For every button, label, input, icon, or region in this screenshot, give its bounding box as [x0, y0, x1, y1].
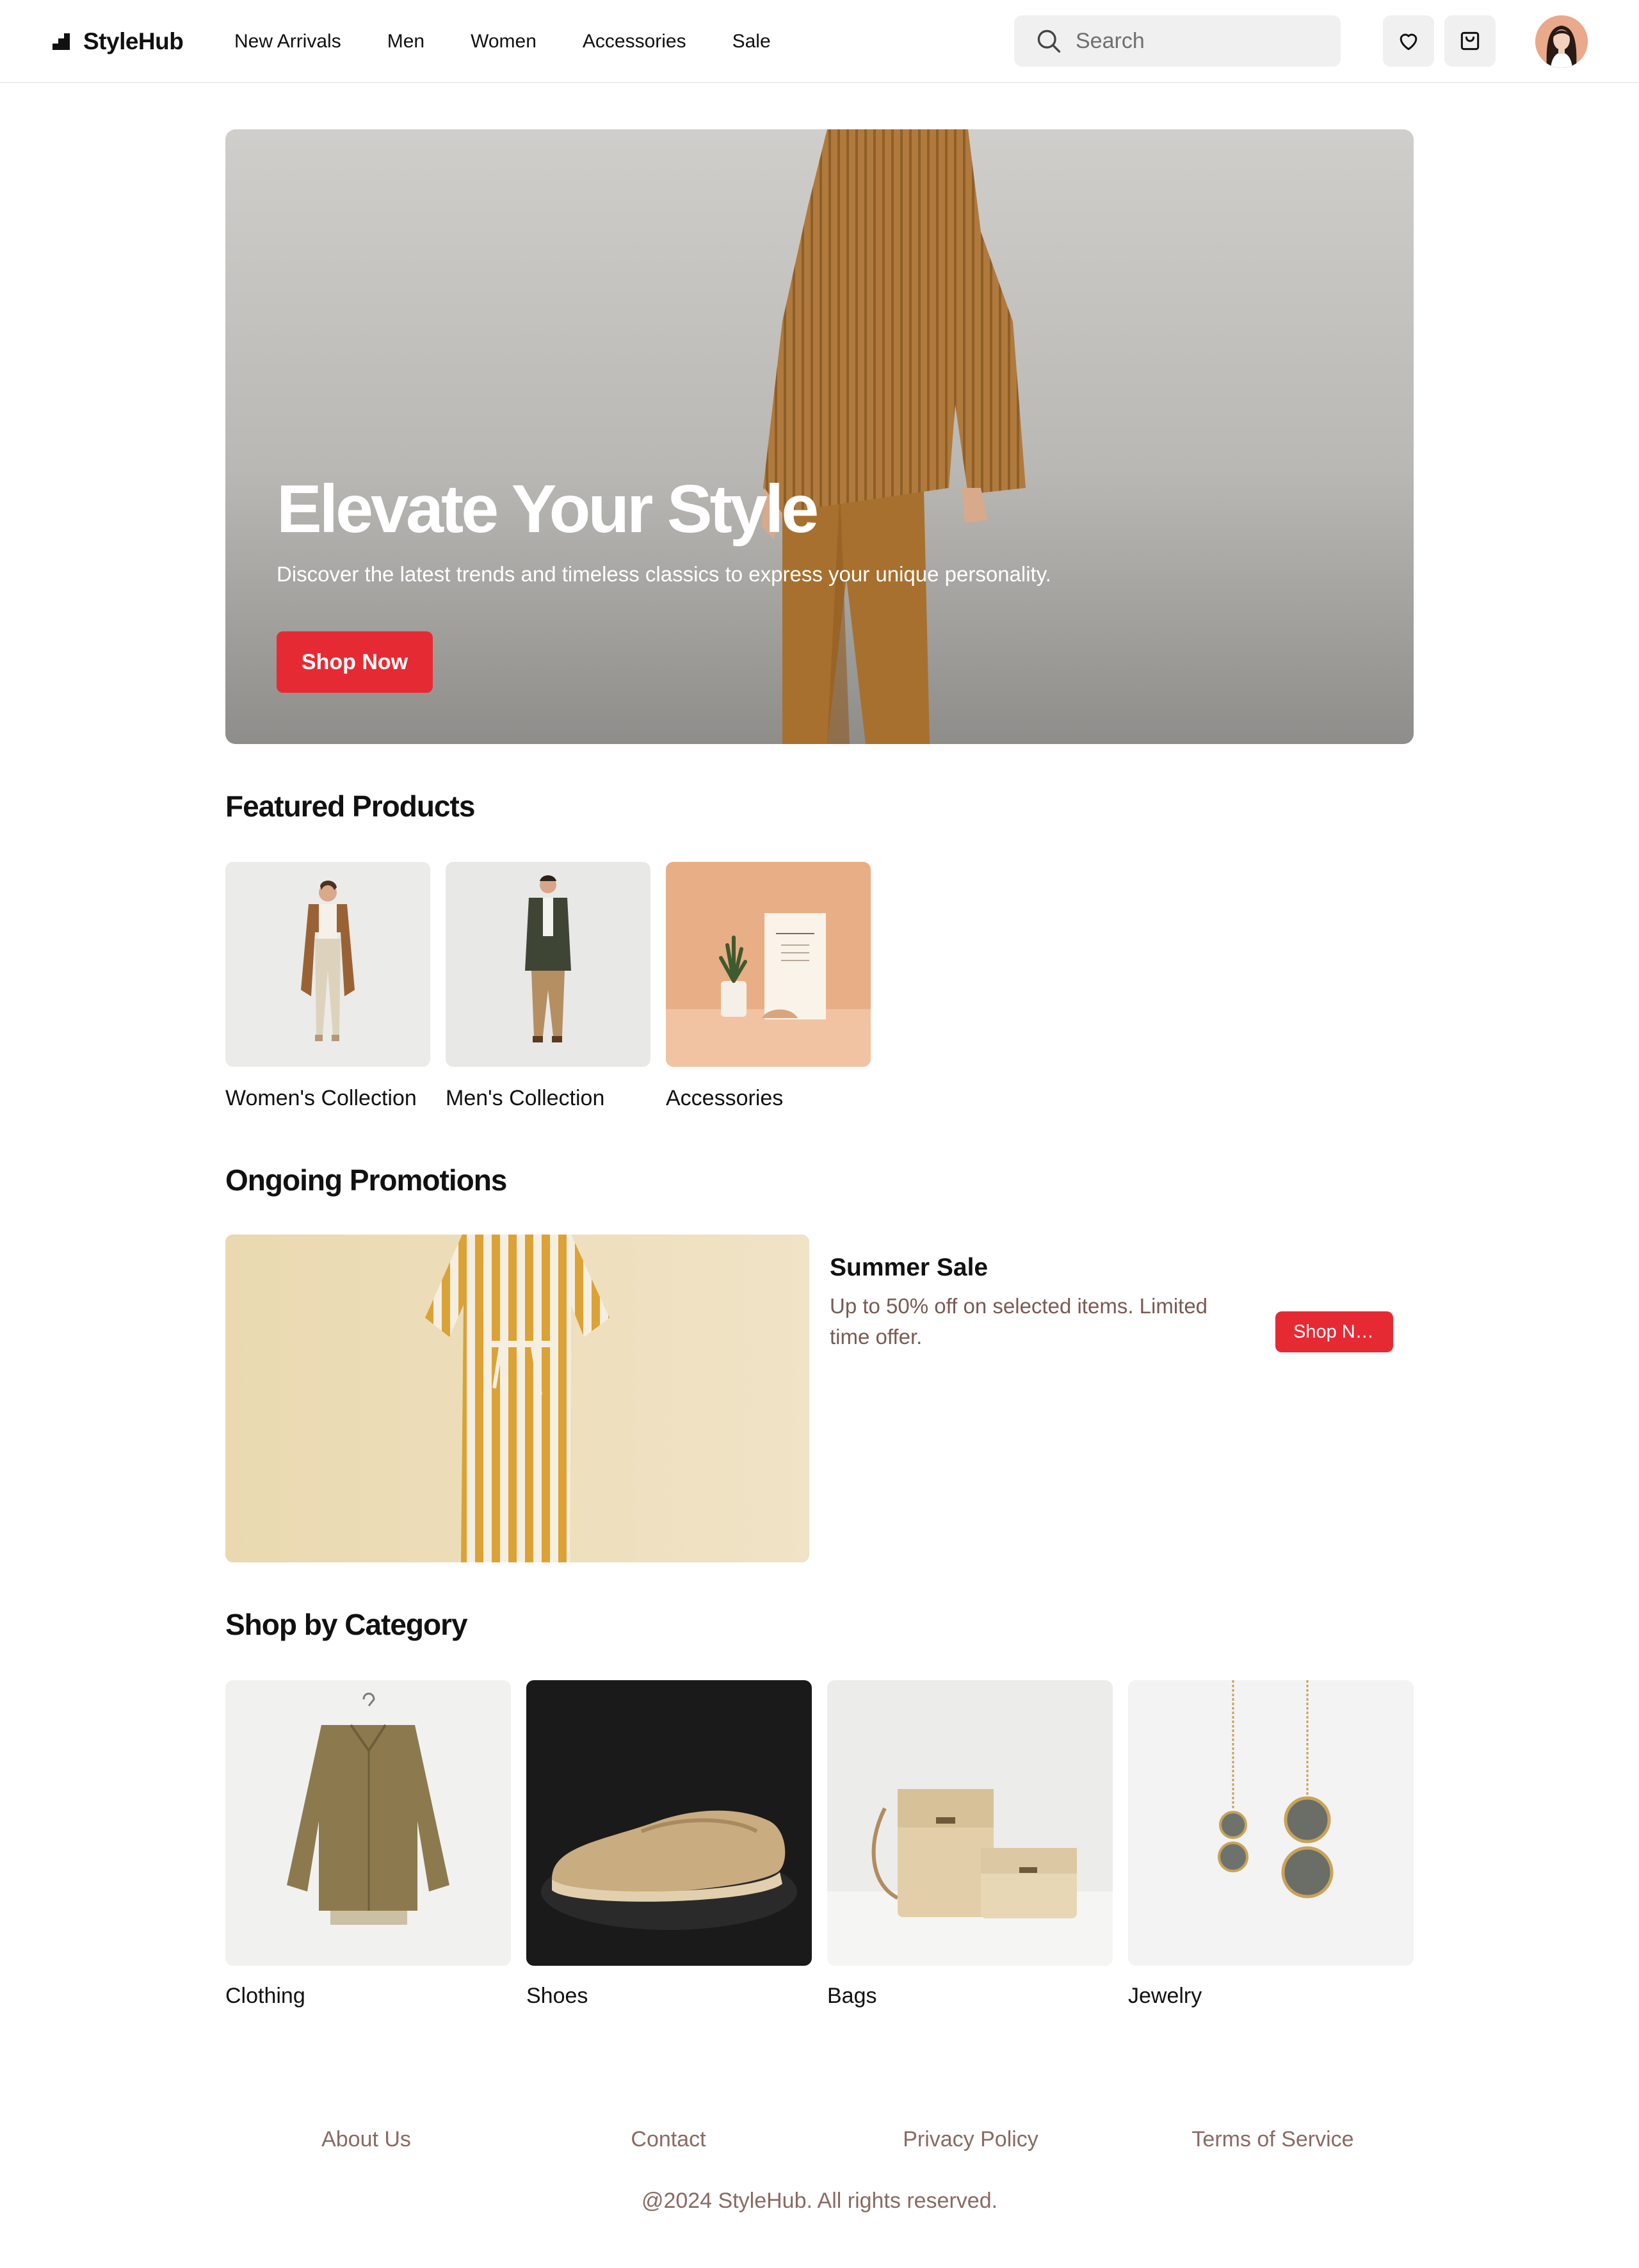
featured-card-women[interactable]: Women's Collection	[225, 862, 430, 1110]
nav-link-women[interactable]: Women	[471, 31, 537, 53]
brand-name: StyleHub	[83, 28, 184, 54]
men-collection-image	[446, 862, 650, 1067]
nav-link-men[interactable]: Men	[387, 31, 424, 53]
brand-logo[interactable]: StyleHub	[52, 26, 184, 58]
shoes-image	[526, 1680, 812, 1966]
hero-title: Elevate Your Style	[277, 471, 819, 547]
featured-card-men[interactable]: Men's Collection	[446, 862, 650, 1110]
hero-banner: Elevate Your Style Discover the latest t…	[225, 129, 1414, 744]
featured-label: Men's Collection	[446, 1086, 605, 1110]
category-card-clothing[interactable]: Clothing	[225, 1680, 511, 2008]
promotions-heading: Ongoing Promotions	[225, 1163, 507, 1197]
footer-link-contact[interactable]: Contact	[631, 2127, 706, 2152]
nav-link-accessories[interactable]: Accessories	[583, 31, 686, 53]
search-bar[interactable]	[1014, 15, 1341, 67]
main-nav: New Arrivals Men Women Accessories Sale	[234, 26, 817, 58]
category-card-shoes[interactable]: Shoes	[526, 1680, 812, 2008]
hero-image	[762, 129, 1026, 744]
search-icon	[1037, 29, 1061, 53]
cart-button[interactable]	[1444, 15, 1496, 67]
summer-sale-image	[225, 1235, 809, 1562]
category-card-jewelry[interactable]: Jewelry	[1128, 1680, 1414, 2008]
footer-link-about[interactable]: About Us	[321, 2127, 411, 2152]
nav-link-sale[interactable]: Sale	[732, 31, 771, 53]
featured-card-accessories[interactable]: Accessories	[666, 862, 871, 1110]
nav-link-new-arrivals[interactable]: New Arrivals	[234, 31, 341, 53]
category-label: Jewelry	[1128, 1984, 1202, 2008]
category-label: Bags	[827, 1984, 877, 2008]
women-collection-image	[225, 862, 430, 1067]
footer-link-privacy[interactable]: Privacy Policy	[903, 2127, 1038, 2152]
category-card-bags[interactable]: Bags	[827, 1680, 1113, 2008]
hero-subtitle: Discover the latest trends and timeless …	[277, 562, 1051, 586]
promo-shop-now-button[interactable]: Shop Now	[1275, 1311, 1393, 1352]
jewelry-image	[1128, 1680, 1414, 1966]
cart-icon	[1460, 31, 1480, 51]
top-navbar: StyleHub New Arrivals Men Women Accessor…	[0, 0, 1639, 83]
category-label: Clothing	[225, 1984, 305, 2008]
category-label: Shoes	[526, 1984, 588, 2008]
clothing-image	[225, 1680, 511, 1966]
promo-title: Summer Sale	[830, 1254, 989, 1281]
search-input[interactable]	[1076, 28, 1319, 54]
accessories-image	[666, 862, 871, 1067]
logo-icon	[52, 33, 70, 50]
bags-image	[827, 1680, 1113, 1966]
featured-label: Women's Collection	[225, 1086, 417, 1110]
promo-description: Up to 50% off on selected items. Limited…	[830, 1294, 1208, 1349]
featured-label: Accessories	[666, 1086, 784, 1110]
heart-icon	[1400, 33, 1417, 51]
shop-now-button[interactable]: Shop Now	[277, 631, 433, 693]
featured-products-heading: Featured Products	[225, 790, 475, 823]
footer-link-terms[interactable]: Terms of Service	[1191, 2127, 1353, 2152]
user-avatar[interactable]	[1535, 15, 1588, 68]
wishlist-button[interactable]	[1383, 15, 1434, 67]
categories-heading: Shop by Category	[225, 1608, 468, 1641]
copyright-text: @2024 StyleHub. All rights reserved.	[641, 2189, 998, 2213]
